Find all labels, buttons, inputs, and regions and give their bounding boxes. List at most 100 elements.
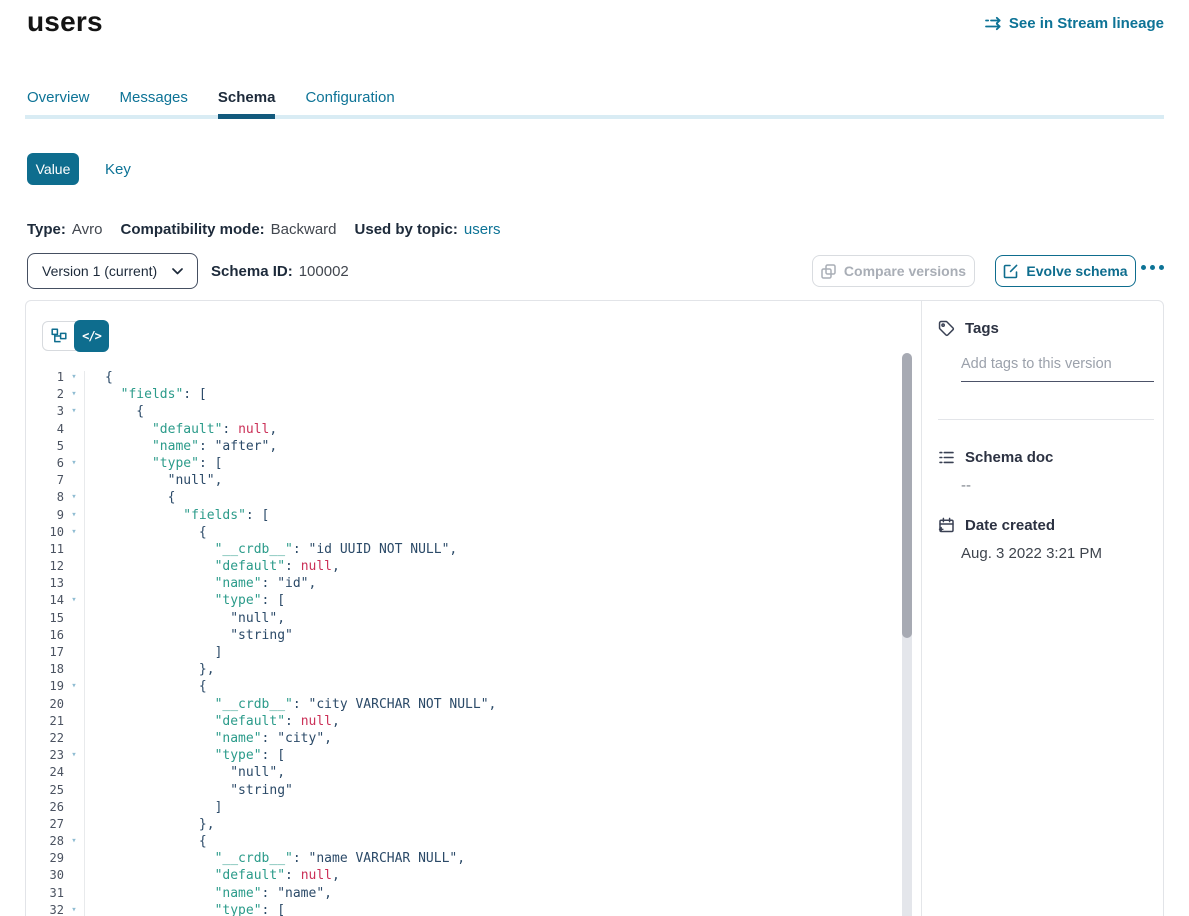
line-number: 25	[26, 782, 64, 799]
line-number: 16	[26, 627, 64, 644]
line-number: 6	[26, 455, 64, 472]
copy-icon	[821, 264, 836, 279]
fold-arrow-icon[interactable]: ▾	[64, 678, 84, 695]
code-view-button[interactable]: </>	[74, 320, 109, 352]
code-text: "type": [	[84, 902, 285, 916]
code-line: 23▾ "type": [	[26, 747, 921, 764]
tab-configuration[interactable]: Configuration	[305, 89, 394, 118]
tab-schema[interactable]: Schema	[218, 89, 276, 118]
compare-versions-label: Compare versions	[844, 263, 966, 279]
code-line: 22 "name": "city",	[26, 730, 921, 747]
tab-messages[interactable]: Messages	[120, 89, 188, 118]
code-text: "__crdb__": "id UUID NOT NULL",	[84, 541, 457, 558]
line-number: 8	[26, 489, 64, 506]
line-number: 28	[26, 833, 64, 850]
page-title: users	[27, 6, 103, 38]
topic-link[interactable]: users	[464, 221, 501, 238]
version-select-value: Version 1 (current)	[42, 263, 157, 279]
code-text: {	[84, 524, 207, 541]
code-text: "fields": [	[84, 507, 269, 524]
code-line: 14▾ "type": [	[26, 592, 921, 609]
fold-arrow-icon[interactable]: ▾	[64, 592, 84, 609]
fold-spacer	[64, 610, 84, 627]
code-text: "type": [	[84, 455, 222, 472]
fold-spacer	[64, 799, 84, 816]
line-number: 20	[26, 696, 64, 713]
code-text: "string"	[84, 782, 293, 799]
editor-scrollbar[interactable]	[902, 353, 912, 916]
see-in-stream-lineage-link[interactable]: See in Stream lineage	[985, 15, 1164, 32]
fold-spacer	[64, 885, 84, 902]
compare-versions-button[interactable]: Compare versions	[812, 255, 975, 287]
tree-view-button[interactable]	[42, 321, 76, 351]
fold-spacer	[64, 764, 84, 781]
code-line: 8▾ {	[26, 489, 921, 506]
line-number: 7	[26, 472, 64, 489]
fold-arrow-icon[interactable]: ▾	[64, 403, 84, 420]
line-number: 23	[26, 747, 64, 764]
code-text: "null",	[84, 472, 222, 489]
date-created-heading-label: Date created	[965, 517, 1055, 534]
fold-arrow-icon[interactable]: ▾	[64, 455, 84, 472]
line-number: 11	[26, 541, 64, 558]
code-line: 16 "string"	[26, 627, 921, 644]
schema-id: Schema ID: 100002	[211, 253, 349, 289]
code-text: "default": null,	[84, 558, 340, 575]
code-line: 20 "__crdb__": "city VARCHAR NOT NULL",	[26, 696, 921, 713]
code-text: "type": [	[84, 592, 285, 609]
date-created-value: Aug. 3 2022 3:21 PM	[961, 545, 1102, 562]
fold-spacer	[64, 575, 84, 592]
code-line: 10▾ {	[26, 524, 921, 541]
value-tab-button[interactable]: Value	[27, 153, 79, 185]
code-line: 24 "null",	[26, 764, 921, 781]
line-number: 27	[26, 816, 64, 833]
fold-arrow-icon[interactable]: ▾	[64, 833, 84, 850]
fold-spacer	[64, 438, 84, 455]
fold-arrow-icon[interactable]: ▾	[64, 369, 84, 386]
schema-view-toggle: </>	[42, 320, 109, 352]
code-text: {	[84, 369, 113, 386]
tab-overview[interactable]: Overview	[27, 89, 90, 118]
fold-spacer	[64, 558, 84, 575]
fold-spacer	[64, 850, 84, 867]
code-line: 17 ]	[26, 644, 921, 661]
fold-arrow-icon[interactable]: ▾	[64, 507, 84, 524]
line-number: 22	[26, 730, 64, 747]
fold-arrow-icon[interactable]: ▾	[64, 489, 84, 506]
fold-arrow-icon[interactable]: ▾	[64, 747, 84, 764]
tab-bar: Overview Messages Schema Configuration	[25, 89, 1164, 118]
schema-doc-value: --	[961, 477, 971, 494]
fold-spacer	[64, 730, 84, 747]
schema-code-editor[interactable]: 1▾{2▾ "fields": [3▾ {4 "default": null,5…	[26, 369, 921, 916]
code-line: 9▾ "fields": [	[26, 507, 921, 524]
gutter-divider	[84, 371, 85, 916]
fold-arrow-icon[interactable]: ▾	[64, 386, 84, 403]
code-text: "null",	[84, 610, 285, 627]
fold-spacer	[64, 782, 84, 799]
evolve-schema-button[interactable]: Evolve schema	[995, 255, 1136, 287]
lineage-link-label: See in Stream lineage	[1009, 15, 1164, 32]
line-number: 17	[26, 644, 64, 661]
version-select[interactable]: Version 1 (current)	[27, 253, 198, 289]
code-text: "__crdb__": "city VARCHAR NOT NULL",	[84, 696, 496, 713]
scrollbar-thumb[interactable]	[902, 353, 912, 638]
key-tab-link[interactable]: Key	[105, 161, 131, 178]
chevron-down-icon	[172, 268, 183, 275]
code-line: 26 ]	[26, 799, 921, 816]
calendar-add-icon	[938, 517, 955, 534]
schema-doc-heading-label: Schema doc	[965, 449, 1053, 466]
schema-id-value: 100002	[299, 263, 349, 280]
add-tags-input[interactable]	[961, 356, 1154, 382]
fold-arrow-icon[interactable]: ▾	[64, 902, 84, 916]
code-text: "fields": [	[84, 386, 207, 403]
used-by-topic-label: Used by topic:	[355, 221, 458, 238]
line-number: 30	[26, 867, 64, 884]
line-number: 10	[26, 524, 64, 541]
type-value: Avro	[72, 221, 103, 238]
fold-spacer	[64, 867, 84, 884]
code-text: {	[84, 403, 144, 420]
line-number: 9	[26, 507, 64, 524]
fold-spacer	[64, 713, 84, 730]
ellipsis-icon[interactable]	[1141, 265, 1164, 270]
fold-arrow-icon[interactable]: ▾	[64, 524, 84, 541]
